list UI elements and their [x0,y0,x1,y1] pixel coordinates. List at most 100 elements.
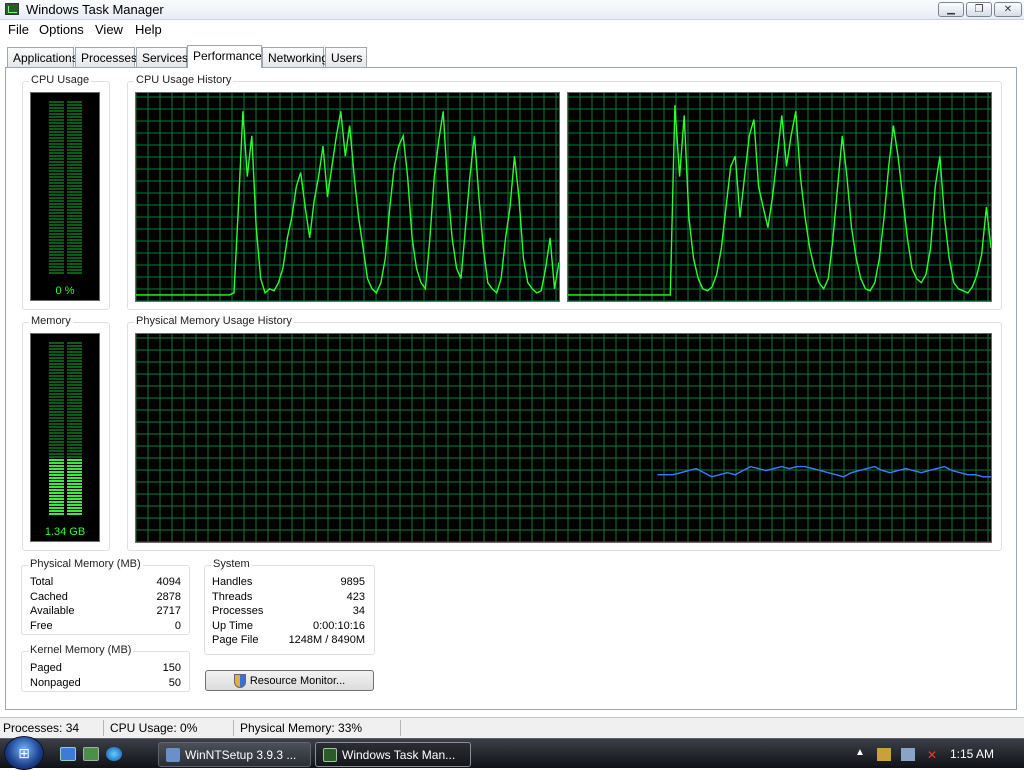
memory-history-label: Physical Memory Usage History [134,315,294,327]
km-paged-value: 150 [162,662,181,674]
memory-meter-segment [67,426,82,428]
memory-meter-segment [67,390,82,392]
memory-meter-segment [49,357,64,359]
status-separator [400,720,401,736]
pm-available-value: 2717 [156,605,181,617]
memory-meter-lit-segment [67,477,82,479]
volume-muted-icon[interactable]: ✕ [925,748,939,762]
network-tray-icon[interactable] [901,748,915,761]
memory-meter-lit-segment [49,465,64,467]
security-tray-icon[interactable] [877,748,891,761]
status-separator [233,720,234,736]
cpu-meter-segment [67,218,82,220]
cpu-meter-bars [49,101,82,274]
clock[interactable]: 1:15 AM [950,747,994,761]
cpu-meter-segment [67,224,82,226]
memory-meter-lit-segment [49,462,64,464]
cpu-meter-segment [49,125,64,127]
memory-meter-segment [67,402,82,404]
pm-available-label: Available [30,605,75,617]
cpu-meter-segment [49,245,64,247]
menu-help[interactable]: Help [133,22,164,37]
menu-options[interactable]: Options [37,22,86,37]
cpu-meter-segment [49,221,64,223]
cpu-meter-segment [67,188,82,190]
memory-meter-lit-segment [67,492,82,494]
memory-usage-line [657,465,991,478]
cpu-meter-segment [49,152,64,154]
memory-meter-segment [49,393,64,395]
tab-services[interactable]: Services [136,47,188,67]
task-manager-icon [5,3,19,15]
sys-handles-label: Handles [212,576,253,588]
restore-button[interactable]: ❐ [966,2,992,17]
close-button[interactable]: ✕ [994,2,1022,17]
minimize-button[interactable]: ▁ [938,2,964,17]
memory-meter-segment [49,351,64,353]
cpu-meter-segment [67,134,82,136]
memory-meter-segment [67,348,82,350]
show-desktop-icon[interactable] [60,747,76,761]
km-nonpaged-label: Nonpaged [30,677,81,689]
start-button[interactable]: ⊞ [4,736,44,770]
sys-uptime-value: 0:00:10:16 [313,620,365,632]
memory-meter-segment [49,426,64,428]
memory-meter-segment [67,408,82,410]
tab-performance[interactable]: Performance [187,45,262,68]
cpu-meter-segment [49,206,64,208]
menu-file[interactable]: File [6,22,31,37]
tab-applications[interactable]: Applications [7,47,78,67]
cpu-meter-segment [67,227,82,229]
memory-meter-segment [67,360,82,362]
memory-meter-segment [49,399,64,401]
memory-meter-segment [49,342,64,344]
cpu-meter-segment [67,191,82,193]
memory-meter-segment [67,423,82,425]
memory-meter-lit-segment [49,510,64,512]
cpu-meter-segment [49,218,64,220]
cpu-meter-segment [67,161,82,163]
memory-meter-segment [67,378,82,380]
memory-meter-lit-segment [49,477,64,479]
cpu-meter-segment [49,143,64,145]
memory-meter-segment [49,405,64,407]
taskbar-button-winntsetup[interactable]: WinNTSetup 3.9.3 ... [158,742,311,767]
cpu-meter-segment [49,110,64,112]
menu-view[interactable]: View [93,22,125,37]
memory-meter-segment [67,441,82,443]
memory-meter-lit-segment [67,504,82,506]
cpu-meter-segment [49,209,64,211]
switch-windows-icon[interactable] [83,747,99,761]
resource-monitor-label: Resource Monitor... [249,674,346,687]
cpu-meter-segment [49,236,64,238]
memory-meter-segment [49,390,64,392]
internet-explorer-icon[interactable] [106,747,122,761]
cpu-meter-segment [49,182,64,184]
memory-meter-segment [49,396,64,398]
tab-networking[interactable]: Networking [262,47,328,67]
cpu-meter-segment [49,212,64,214]
memory-meter-lit-segment [49,480,64,482]
memory-meter-lit-segment [49,483,64,485]
tab-processes[interactable]: Processes [75,47,137,67]
cpu-meter-segment [67,185,82,187]
memory-meter-lit-segment [67,495,82,497]
memory-meter-segment [49,348,64,350]
cpu-meter-segment [49,107,64,109]
resource-monitor-button[interactable]: Resource Monitor... [205,670,374,691]
tab-users[interactable]: Users [325,47,367,67]
pm-total-value: 4094 [156,576,181,588]
memory-meter-segment [67,357,82,359]
cpu-meter-segment [67,233,82,235]
cpu-meter-segment [67,179,82,181]
memory-meter-segment [49,360,64,362]
cpu-meter-segment [67,143,82,145]
cpu-meter-segment [49,197,64,199]
cpu-meter-segment [49,242,64,244]
memory-meter-lit-segment [67,507,82,509]
taskbar-button-task-manager[interactable]: Windows Task Man... [315,742,471,767]
memory-meter-segment [49,402,64,404]
show-hidden-icons-icon[interactable]: ▲ [855,747,865,758]
status-processes: Processes: 34 [3,721,80,735]
memory-meter-lit-segment [67,510,82,512]
